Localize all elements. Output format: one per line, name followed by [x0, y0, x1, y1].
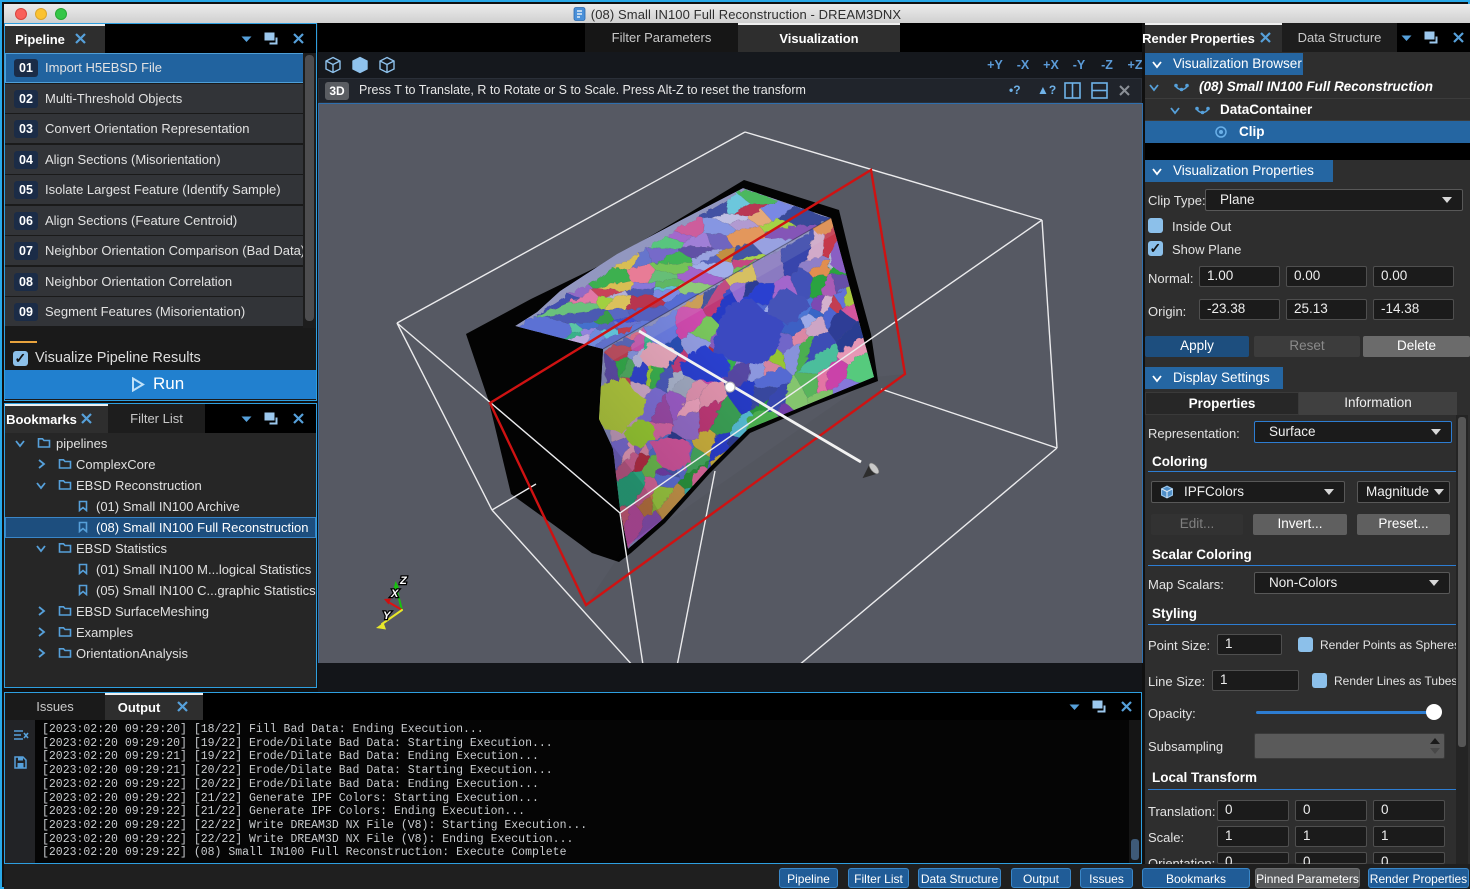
svg-text:Z: Z	[399, 575, 408, 587]
svg-text:X: X	[390, 588, 399, 600]
